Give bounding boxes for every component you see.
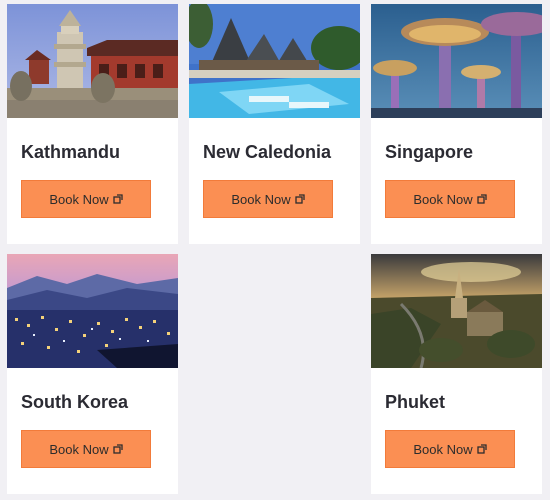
destination-title: Phuket <box>385 392 446 412</box>
book-now-label: Book Now <box>231 191 291 207</box>
book-now-button[interactable]: Book Now <box>21 180 151 218</box>
destination-title: New Caledonia <box>203 142 332 162</box>
destination-card-phuket: Phuket Book Now <box>371 254 542 494</box>
destination-card-singapore: Singapore Book Now <box>371 4 542 244</box>
external-link-icon <box>476 194 487 204</box>
destination-title: Kathmandu <box>21 142 120 162</box>
kathmandu-temple-photo <box>7 4 178 118</box>
destination-title: South Korea <box>21 392 129 412</box>
external-link-icon <box>112 444 123 454</box>
book-now-button[interactable]: Book Now <box>385 430 515 468</box>
destination-card-south-korea: South Korea Book Now <box>7 254 178 494</box>
new-caledonia-resort-photo <box>189 4 360 118</box>
book-now-button[interactable]: Book Now <box>203 180 333 218</box>
book-now-button[interactable]: Book Now <box>385 180 515 218</box>
singapore-supertrees-photo <box>371 4 542 118</box>
destination-title: Singapore <box>385 142 474 162</box>
destination-card-new-caledonia: New Caledonia Book Now <box>189 4 360 244</box>
external-link-icon <box>476 444 487 454</box>
book-now-label: Book Now <box>413 191 473 207</box>
external-link-icon <box>294 194 305 204</box>
book-now-button[interactable]: Book Now <box>21 430 151 468</box>
seoul-night-skyline-photo <box>7 254 178 368</box>
destination-card-kathmandu: Kathmandu Book Now <box>7 4 178 244</box>
external-link-icon <box>112 194 123 204</box>
book-now-label: Book Now <box>49 191 109 207</box>
phuket-aerial-photo <box>371 254 542 368</box>
book-now-label: Book Now <box>413 441 473 457</box>
book-now-label: Book Now <box>49 441 109 457</box>
